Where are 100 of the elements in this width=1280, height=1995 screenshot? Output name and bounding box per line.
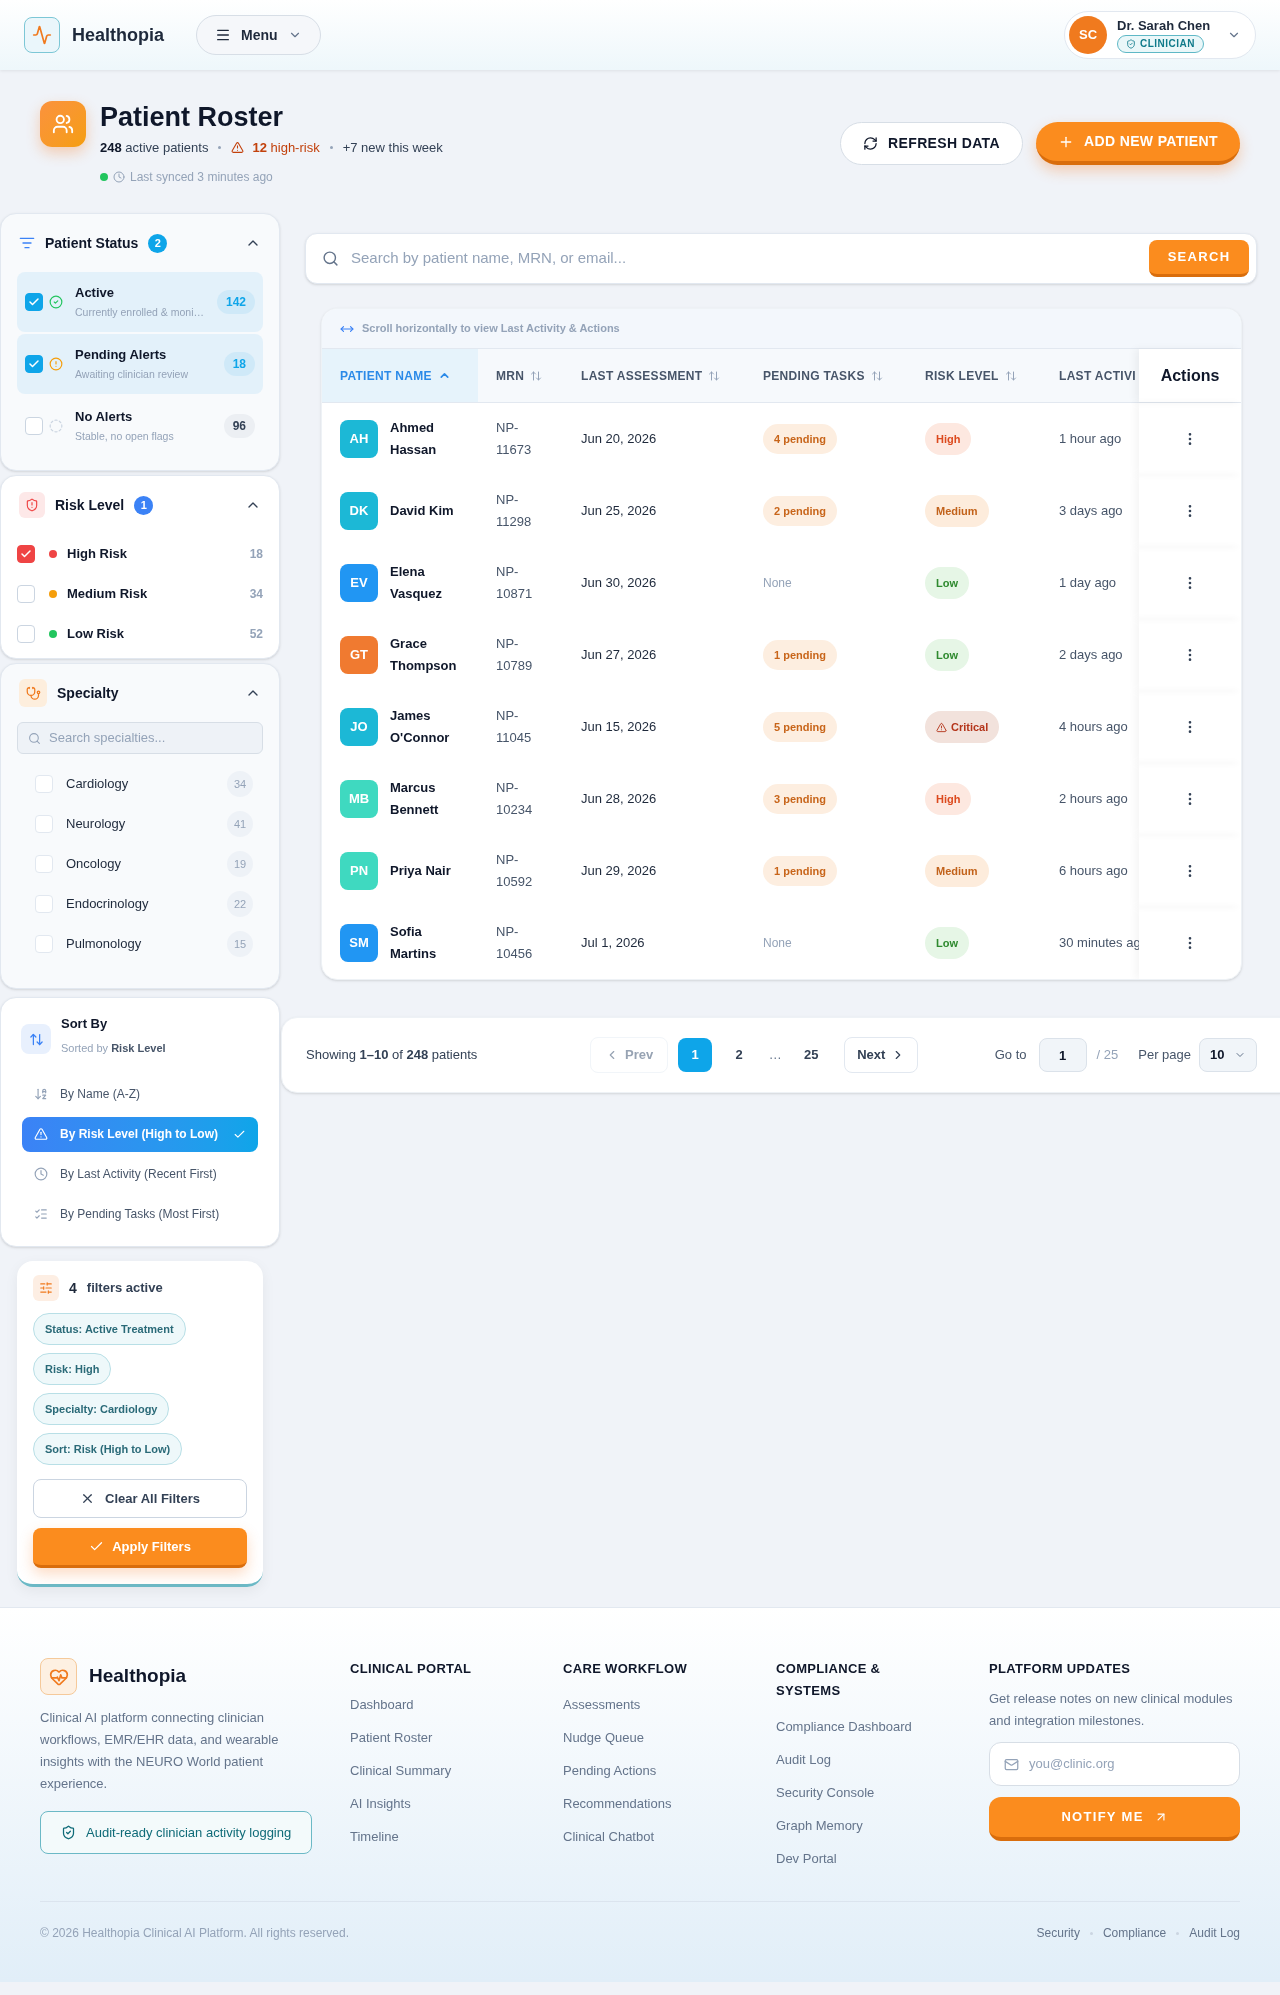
footer-link[interactable]: Timeline: [350, 1820, 399, 1853]
sort-option[interactable]: By Last Activity (Recent First): [22, 1156, 258, 1192]
option-label[interactable]: Low Risk: [67, 624, 125, 644]
checkbox[interactable]: [25, 293, 43, 311]
sort-icon: [530, 369, 543, 382]
pending-tasks-text: None: [763, 935, 792, 952]
patient-name[interactable]: Ahmed Hassan: [390, 417, 460, 461]
footer-link[interactable]: Security: [1036, 1924, 1080, 1942]
footer-link[interactable]: Recommendations: [563, 1787, 672, 1820]
column-header[interactable]: RISK LEVEL: [907, 349, 1041, 402]
footer-link[interactable]: Clinical Summary: [350, 1754, 452, 1787]
status-option[interactable]: Active Currently enrolled & moni… 142: [17, 272, 263, 332]
patient-name[interactable]: Marcus Bennett: [390, 777, 460, 821]
sort-option[interactable]: By Pending Tasks (Most First): [22, 1196, 258, 1232]
footer-link[interactable]: Audit Log: [1189, 1924, 1240, 1942]
last-activity: 30 minutes ag: [1059, 934, 1139, 953]
footer-link[interactable]: Graph Memory: [776, 1809, 863, 1842]
option-label[interactable]: High Risk: [67, 544, 127, 564]
status-option[interactable]: Pending Alerts Awaiting clinician review 18: [17, 334, 263, 394]
footer-link[interactable]: Security Console: [776, 1776, 875, 1809]
audit-badge[interactable]: Audit-ready clinician activity logging: [40, 1811, 313, 1854]
filter-chip[interactable]: Specialty: Cardiology: [33, 1393, 170, 1425]
footer-link[interactable]: Assessments: [563, 1688, 641, 1721]
footer-link[interactable]: Pending Actions: [563, 1754, 657, 1787]
check-icon: [28, 358, 40, 370]
option-label[interactable]: Medium Risk: [67, 584, 148, 604]
column-header[interactable]: PENDING TASKS: [745, 349, 907, 402]
search-input[interactable]: Search by patient name, MRN, or email...: [351, 247, 1149, 270]
filter-chip[interactable]: Status: Active Treatment: [33, 1313, 186, 1345]
count-badge: 18: [223, 352, 255, 376]
filter-chip[interactable]: Risk: High: [33, 1353, 112, 1385]
footer-link[interactable]: Nudge Queue: [563, 1721, 644, 1754]
footer-link[interactable]: Audit Log: [776, 1743, 831, 1776]
footer-link[interactable]: Compliance Dashboard: [776, 1710, 912, 1743]
checkbox[interactable]: [25, 355, 43, 373]
option-label[interactable]: Oncology: [66, 854, 121, 874]
logo-icon: [40, 1658, 77, 1695]
footer-link[interactable]: Patient Roster: [350, 1721, 433, 1754]
specialty-search-field[interactable]: Search specialties...: [17, 722, 263, 754]
footer-heading: CARE WORKFLOW: [563, 1660, 689, 1678]
checkbox[interactable]: [17, 545, 35, 563]
patient-name[interactable]: David Kim: [390, 500, 454, 522]
risk-badge: High: [925, 783, 972, 815]
footer-link[interactable]: Compliance: [1102, 1924, 1167, 1942]
section-title: Specialty: [57, 683, 119, 703]
option-label[interactable]: Neurology: [66, 814, 126, 834]
column-header[interactable]: LAST ASSESSMENT: [563, 349, 745, 402]
footer-link[interactable]: Dev Portal: [776, 1842, 837, 1875]
check-icon: [28, 296, 40, 308]
patient-name[interactable]: James O'Connor: [390, 705, 460, 749]
footer-heading: COMPLIANCE & SYSTEMS: [776, 1660, 882, 1700]
risk-badge: Medium: [925, 855, 989, 887]
checklist-icon: [34, 1207, 48, 1221]
filter-chip[interactable]: Sort: Risk (High to Low): [33, 1433, 183, 1465]
refresh-button[interactable]: REFRESH DATA: [840, 122, 1023, 165]
email-field[interactable]: you@clinic.org: [989, 1742, 1240, 1786]
status-option[interactable]: No Alerts Stable, no open flags 96: [17, 396, 263, 456]
sort-subtitle: Sorted by Risk Level: [61, 1040, 166, 1056]
refresh-icon: [863, 136, 879, 151]
column-header[interactable]: LAST ACTIVI: [1041, 349, 1139, 402]
results-summary: Showing 1–10 of 248 patients: [306, 1046, 479, 1065]
risk-badge: Critical: [925, 711, 1000, 743]
clear-filters-button[interactable]: Clear All Filters: [33, 1479, 247, 1518]
specialty-search-input[interactable]: Search specialties...: [49, 728, 252, 748]
assessment-date: Jun 29, 2026: [581, 862, 657, 881]
column-header[interactable]: MRN: [478, 349, 563, 402]
count-badge: 22: [227, 891, 253, 917]
next-button[interactable]: Next: [844, 1037, 919, 1073]
patient-count: 248 active patients: [100, 139, 209, 157]
patient-name[interactable]: Priya Nair: [390, 860, 451, 882]
assessment-date: Jun 30, 2026: [581, 574, 657, 593]
email-input[interactable]: you@clinic.org: [1029, 1754, 1225, 1774]
pending-tasks-badge: 1 pending: [763, 640, 837, 670]
menu-button[interactable]: Menu: [196, 15, 321, 55]
sort-option[interactable]: By Name (A-Z): [22, 1076, 258, 1112]
patient-name[interactable]: Sofia Martins: [390, 921, 460, 965]
sort-icon: [870, 369, 883, 382]
patient-name[interactable]: Grace Thompson: [390, 633, 460, 677]
option-label[interactable]: Pulmonology: [66, 934, 142, 954]
page-number-field[interactable]: 1: [1038, 1038, 1087, 1072]
option-description: Currently enrolled & moni…: [75, 305, 205, 321]
footer-link[interactable]: Dashboard: [350, 1688, 414, 1721]
mrn-cell-text: NP-10871: [496, 563, 534, 603]
footer-link[interactable]: Clinical Chatbot: [563, 1820, 655, 1853]
option-label[interactable]: Cardiology: [66, 774, 129, 794]
mrn-cell-text: NP-10592: [496, 851, 534, 891]
patient-avatar: PN: [340, 852, 378, 890]
patient-name[interactable]: Elena Vasquez: [390, 561, 460, 605]
column-header[interactable]: Actions: [1139, 349, 1241, 402]
page-title: Patient Roster: [100, 101, 285, 134]
count-badge: 1: [134, 495, 154, 515]
footer-link[interactable]: AI Insights: [350, 1787, 411, 1820]
last-activity: 1 hour ago: [1059, 430, 1122, 449]
option-label[interactable]: Endocrinology: [66, 894, 149, 914]
assessment-date: Jun 20, 2026: [581, 430, 657, 449]
filters-label: filters active: [86, 1279, 163, 1298]
per-page-select[interactable]: 10: [1199, 1038, 1257, 1072]
user-menu[interactable]: SC Dr. Sarah Chen CLINICIAN: [1064, 11, 1256, 59]
option-label: Pending Alerts: [75, 345, 168, 364]
logo-icon[interactable]: [24, 17, 60, 53]
